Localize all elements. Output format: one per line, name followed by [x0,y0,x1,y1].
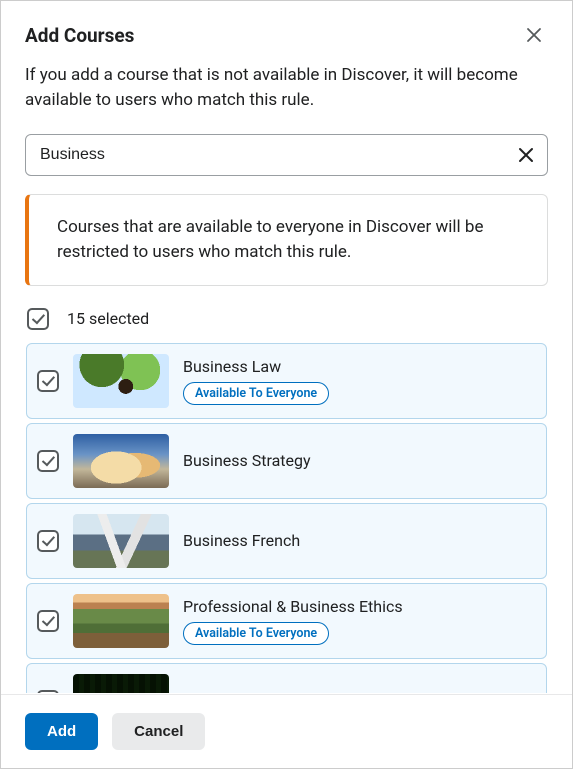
course-name: Business French [183,531,536,550]
availability-badge: Available To Everyone [183,622,329,645]
course-checkbox[interactable] [37,370,59,392]
course-card[interactable]: Business Law Available To Everyone [26,343,547,419]
selected-count-label: 15 selected [67,309,149,328]
course-thumbnail [73,434,169,488]
modal-body: If you add a course that is not availabl… [1,57,572,694]
modal-description: If you add a course that is not availabl… [25,63,548,112]
add-button[interactable]: Add [25,713,98,750]
warning-alert: Courses that are available to everyone i… [25,194,548,285]
course-thumbnail [73,514,169,568]
availability-badge: Available To Everyone [183,382,329,405]
add-courses-modal: Add Courses If you add a course that is … [0,0,573,769]
close-button[interactable] [520,21,548,49]
course-name: Professional & Business Ethics [183,597,536,616]
course-card[interactable]: Business French [26,503,547,579]
select-all-row: 15 selected [25,308,548,330]
course-thumbnail [73,354,169,408]
course-thumbnail [73,594,169,648]
course-name: Business Law [183,357,536,376]
course-card[interactable]: Professional & Business Ethics Available … [26,583,547,659]
course-content: Business French [183,531,536,550]
course-checkbox[interactable] [37,530,59,552]
course-content: Business Law Available To Everyone [183,357,536,405]
course-checkbox[interactable] [37,610,59,632]
select-all-checkbox[interactable] [27,308,49,330]
search-input[interactable] [25,134,548,176]
modal-title: Add Courses [25,24,134,47]
course-list[interactable]: Business LawAvailable To EveryoneBusines… [25,342,548,694]
cancel-button[interactable]: Cancel [112,713,205,750]
course-checkbox[interactable] [37,450,59,472]
close-icon [518,147,534,163]
search-field [25,134,548,176]
course-card[interactable]: Business Systems Analysis [26,663,547,694]
course-content: Business Strategy [183,451,536,470]
modal-header: Add Courses [1,1,572,57]
course-thumbnail [73,674,169,694]
course-card[interactable]: Business Strategy [26,423,547,499]
course-content: Professional & Business Ethics Available … [183,597,536,645]
modal-footer: Add Cancel [1,694,572,768]
clear-search-button[interactable] [512,141,540,169]
course-name: Business Strategy [183,451,536,470]
close-icon [526,27,542,43]
